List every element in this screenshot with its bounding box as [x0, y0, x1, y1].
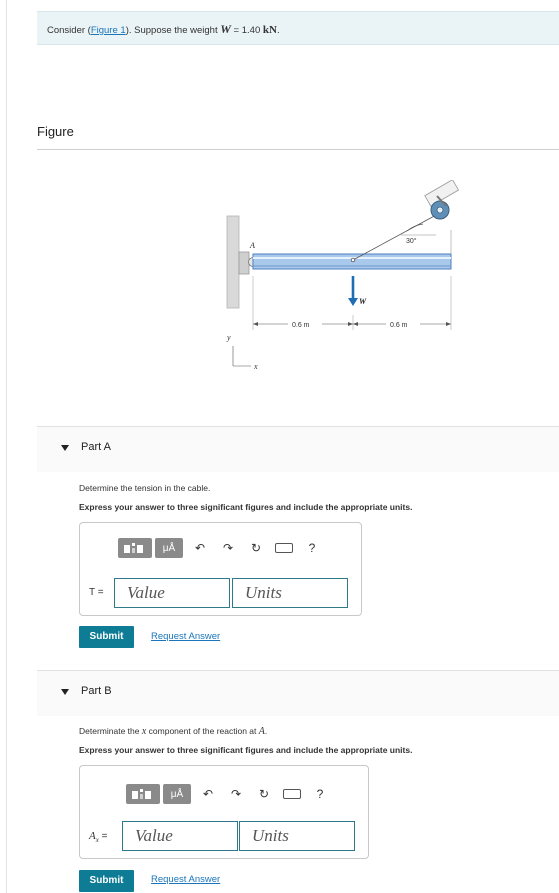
intro-text: Consider ( [47, 25, 91, 36]
part-a-prompt: Determine the tension in the cable. [79, 483, 211, 493]
pulley [424, 180, 460, 220]
reset-icon[interactable]: ↻ [253, 784, 275, 804]
undo-icon[interactable]: ↶ [197, 784, 219, 804]
field-equals: = [98, 831, 108, 842]
intro-unit: kN [262, 24, 277, 36]
collapse-triangle-icon[interactable] [61, 445, 69, 451]
problem-intro: Consider (Figure 1). Suppose the weight … [37, 11, 559, 45]
part-a-field-label: T = [89, 587, 104, 598]
figure-title: Figure [37, 124, 74, 139]
part-a-value-input[interactable]: Value [114, 578, 230, 608]
units-symbol-button[interactable]: μÅ [163, 784, 191, 804]
label-A: A [249, 241, 255, 250]
part-b-field-label: Ax = [89, 830, 107, 844]
part-a-instruction: Express your answer to three significant… [79, 502, 413, 512]
keyboard-icon[interactable] [281, 784, 303, 804]
redo-icon[interactable]: ↷ [217, 538, 239, 558]
part-a-toolbar: μÅ ↶ ↷ ↻ ? [118, 538, 323, 558]
field-variable: A [89, 830, 96, 842]
keyboard-icon[interactable] [273, 538, 295, 558]
part-b-prompt: Determinate the x component of the react… [79, 726, 267, 737]
pin-bracket [238, 251, 250, 275]
weight-variable: W [220, 22, 231, 36]
label-W: W [359, 297, 367, 306]
intro-text: ). Suppose the weight [125, 25, 221, 36]
part-a-submit-button[interactable]: Submit [79, 626, 134, 648]
part-b-value-input[interactable]: Value [122, 821, 238, 851]
undo-icon[interactable]: ↶ [189, 538, 211, 558]
cable [352, 213, 439, 261]
axis-x-label: x [253, 362, 258, 371]
part-a-answer-box: μÅ ↶ ↷ ↻ ? T = Value Units [79, 522, 362, 616]
part-a-units-input[interactable]: Units [232, 578, 348, 608]
angle-label: 30° [406, 237, 417, 245]
part-b-units-input[interactable]: Units [239, 821, 355, 851]
part-b-request-answer-link[interactable]: Request Answer [151, 874, 220, 885]
reset-icon[interactable]: ↻ [245, 538, 267, 558]
part-b-instruction: Express your answer to three significant… [79, 745, 413, 755]
left-rule [6, 0, 7, 893]
figure-divider [37, 149, 559, 150]
help-icon[interactable]: ? [309, 784, 331, 804]
intro-text: . [276, 25, 280, 36]
prompt-text: . [264, 726, 268, 736]
prompt-text: component of the reaction at [146, 726, 259, 736]
prompt-text: Determinate the [79, 726, 142, 736]
collapse-triangle-icon[interactable] [61, 689, 69, 695]
templates-icon[interactable] [118, 538, 152, 558]
intro-value: = 1.40 [230, 25, 263, 36]
figure-link[interactable]: Figure 1 [91, 25, 126, 36]
templates-icon[interactable] [126, 784, 160, 804]
help-icon[interactable]: ? [301, 538, 323, 558]
part-a-header[interactable]: Part A [37, 426, 559, 472]
part-b-submit-button[interactable]: Submit [79, 870, 134, 892]
beam-figure: A W 0.6 m 0.6 m 30° y x [226, 180, 460, 371]
part-b-answer-box: μÅ ↶ ↷ ↻ ? Ax = Value Units [79, 765, 369, 859]
units-symbol-button[interactable]: μÅ [155, 538, 183, 558]
part-b-toolbar: μÅ ↶ ↷ ↻ ? [126, 784, 331, 804]
axis-y-label: y [226, 333, 231, 342]
dimension-left: 0.6 m [292, 322, 310, 329]
part-a-label: Part A [81, 441, 111, 453]
wall [226, 215, 240, 309]
part-a-request-answer-link[interactable]: Request Answer [151, 631, 220, 642]
part-b-label: Part B [81, 685, 112, 697]
redo-icon[interactable]: ↷ [225, 784, 247, 804]
dimension-right: 0.6 m [390, 322, 408, 329]
part-b-header[interactable]: Part B [37, 670, 559, 716]
